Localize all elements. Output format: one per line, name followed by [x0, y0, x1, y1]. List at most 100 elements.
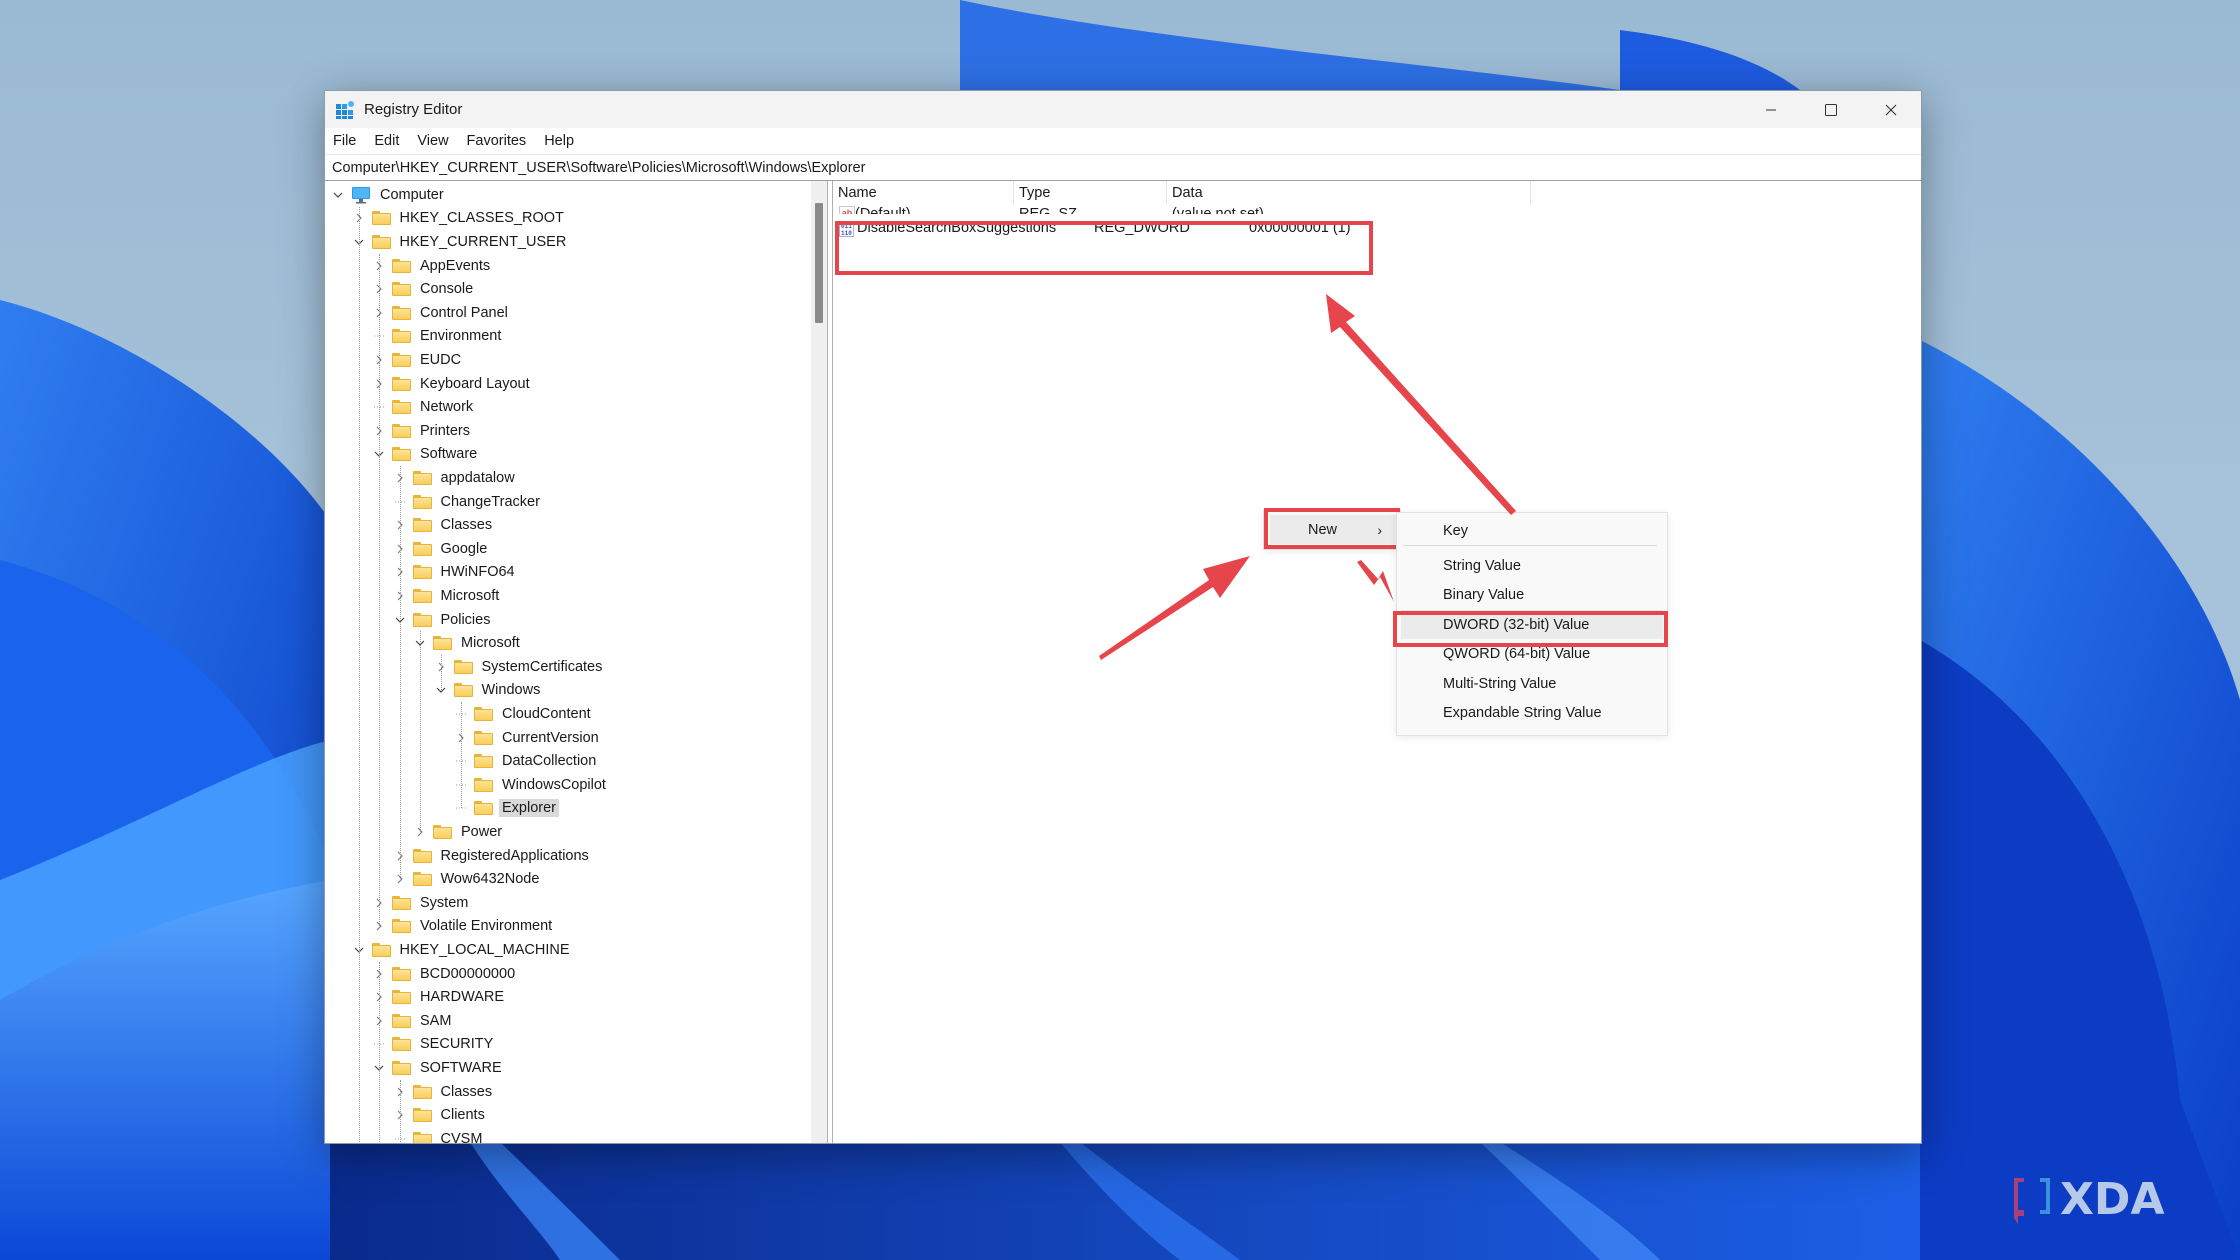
tree-item[interactable]: CVSM	[393, 1127, 486, 1143]
address-input[interactable]	[325, 155, 1921, 180]
tree-item[interactable]: EUDC	[372, 348, 464, 372]
tree-item[interactable]: CurrentVersion	[454, 726, 602, 750]
folder-icon	[412, 1108, 432, 1123]
folder-icon	[412, 470, 432, 485]
tree-item-label: CVSM	[440, 1130, 483, 1143]
value-row-default[interactable]: ab (Default) REG_SZ (value not set)	[833, 204, 1433, 214]
tree-item-label: Microsoft	[461, 635, 520, 652]
submenu-item-expandable-string-value[interactable]: Expandable String Value	[1397, 699, 1667, 728]
folder-icon	[412, 848, 432, 863]
tree-scrollbar-thumb[interactable]	[815, 203, 823, 323]
tree-item[interactable]: AppEvents	[372, 254, 493, 278]
tree-item[interactable]: ChangeTracker	[393, 490, 543, 514]
maximize-button[interactable]	[1801, 91, 1861, 128]
folder-icon	[453, 683, 473, 698]
tree-item[interactable]: Google	[393, 537, 491, 561]
value-name: (Default)	[855, 206, 911, 214]
values-list-pane: Name Type Data ab (Default) REG_SZ (valu…	[833, 181, 1921, 1143]
tree-item[interactable]: Microsoft	[413, 631, 523, 655]
tree-item-label: Computer	[380, 186, 444, 203]
tree-item[interactable]: appdatalow	[393, 466, 518, 490]
submenu-item-string-value[interactable]: String Value	[1397, 551, 1667, 580]
close-icon	[1885, 104, 1897, 115]
tree-item[interactable]: Printers	[372, 419, 473, 443]
tree-item[interactable]: HKEY_CLASSES_ROOT	[352, 207, 567, 231]
folder-icon	[392, 919, 411, 934]
tree-item[interactable]: SAM	[372, 1009, 454, 1033]
folder-icon	[392, 258, 411, 273]
submenu-item-key[interactable]: Key	[1397, 516, 1667, 545]
menu-edit[interactable]: Edit	[365, 128, 408, 154]
folder-icon	[392, 990, 411, 1005]
key-tree-pane: Computer HKEY_CLASSES_ROOT HKEY_CURRENT_US…	[325, 181, 821, 1143]
tree-item[interactable]: HKEY_CURRENT_USER	[352, 230, 570, 254]
tree-item[interactable]: Volatile Environment	[372, 915, 555, 939]
tree-item-label: ChangeTracker	[440, 493, 540, 510]
folder-icon	[433, 824, 452, 839]
tree-item[interactable]: WindowsCopilot	[454, 773, 609, 797]
registry-editor-icon	[335, 100, 355, 120]
folder-icon	[392, 966, 411, 981]
submenu-item-label: Key	[1443, 522, 1468, 539]
tree-item[interactable]: Policies	[393, 608, 494, 632]
close-button[interactable]	[1861, 91, 1921, 128]
column-header-data[interactable]: Data	[1167, 181, 1531, 204]
tree-item[interactable]: Clients	[393, 1103, 488, 1127]
minimize-icon	[1766, 109, 1776, 110]
tree-item[interactable]: Control Panel	[372, 301, 511, 325]
submenu-item-binary-value[interactable]: Binary Value	[1397, 581, 1667, 610]
tree-item[interactable]: Console	[372, 277, 476, 301]
tree-item-label: Windows	[481, 682, 541, 699]
folder-icon	[412, 588, 432, 603]
folder-icon	[392, 329, 411, 344]
chevron-down-icon[interactable]	[331, 188, 345, 202]
title-bar[interactable]: Registry Editor	[325, 91, 1921, 128]
tree-guide-line	[399, 1079, 401, 1143]
column-header-type[interactable]: Type	[1014, 181, 1167, 204]
tree-item[interactable]: Windows	[434, 679, 544, 703]
tree-guide-line	[399, 466, 401, 880]
tree-item-label: SOFTWARE	[420, 1059, 502, 1076]
tree-item[interactable]: Classes	[393, 513, 496, 537]
menu-view[interactable]: View	[408, 128, 457, 154]
tree-item[interactable]: RegisteredApplications	[393, 844, 592, 868]
tree-item[interactable]: Classes	[393, 1080, 496, 1104]
column-header-name[interactable]: Name	[833, 181, 1014, 204]
folder-icon	[412, 612, 432, 627]
tree-item[interactable]: Network	[372, 395, 476, 419]
menu-file[interactable]: File	[325, 128, 365, 154]
tree-item[interactable]: DataCollection	[454, 749, 599, 773]
tree-item[interactable]: HKEY_LOCAL_MACHINE	[352, 938, 573, 962]
folder-icon	[392, 282, 411, 297]
tree-item[interactable]: Wow6432Node	[393, 867, 543, 891]
tree-guide-line	[379, 253, 380, 927]
tree-item[interactable]: Explorer	[454, 797, 559, 821]
folder-icon	[392, 895, 411, 910]
tree-item[interactable]: SystemCertificates	[434, 655, 606, 679]
tree-item[interactable]: HWiNFO64	[393, 561, 518, 585]
tree-item[interactable]: Computer	[331, 183, 447, 207]
submenu-item-label: QWORD (64-bit) Value	[1443, 646, 1591, 662]
tree-item[interactable]: Environment	[372, 325, 504, 349]
tree-item[interactable]: Keyboard Layout	[372, 372, 533, 396]
folder-icon	[392, 423, 411, 438]
tree-item[interactable]: Software	[372, 443, 480, 467]
value-data: (value not set)	[1172, 206, 1264, 214]
tree-item[interactable]: System	[372, 891, 471, 915]
submenu-item-multi-string-value[interactable]: Multi-String Value	[1397, 669, 1667, 698]
tree-item[interactable]: SECURITY	[372, 1033, 496, 1057]
maximize-icon	[1825, 103, 1837, 116]
tree-item[interactable]: SOFTWARE	[372, 1056, 505, 1080]
tree-guide-line	[440, 655, 442, 691]
tree-item[interactable]: CloudContent	[454, 702, 594, 726]
tree-item-label: WindowsCopilot	[502, 776, 606, 793]
minimize-button[interactable]	[1741, 91, 1801, 128]
tree-item[interactable]: Power	[413, 820, 505, 844]
tree-item[interactable]: Microsoft	[393, 584, 503, 608]
menu-help[interactable]: Help	[535, 128, 583, 154]
menu-bar: File Edit View Favorites Help	[325, 128, 1921, 155]
tree-item[interactable]: BCD00000000	[372, 962, 518, 986]
tree-scrollbar[interactable]	[811, 181, 827, 1143]
tree-item[interactable]: HARDWARE	[372, 985, 507, 1009]
menu-favorites[interactable]: Favorites	[458, 128, 536, 154]
